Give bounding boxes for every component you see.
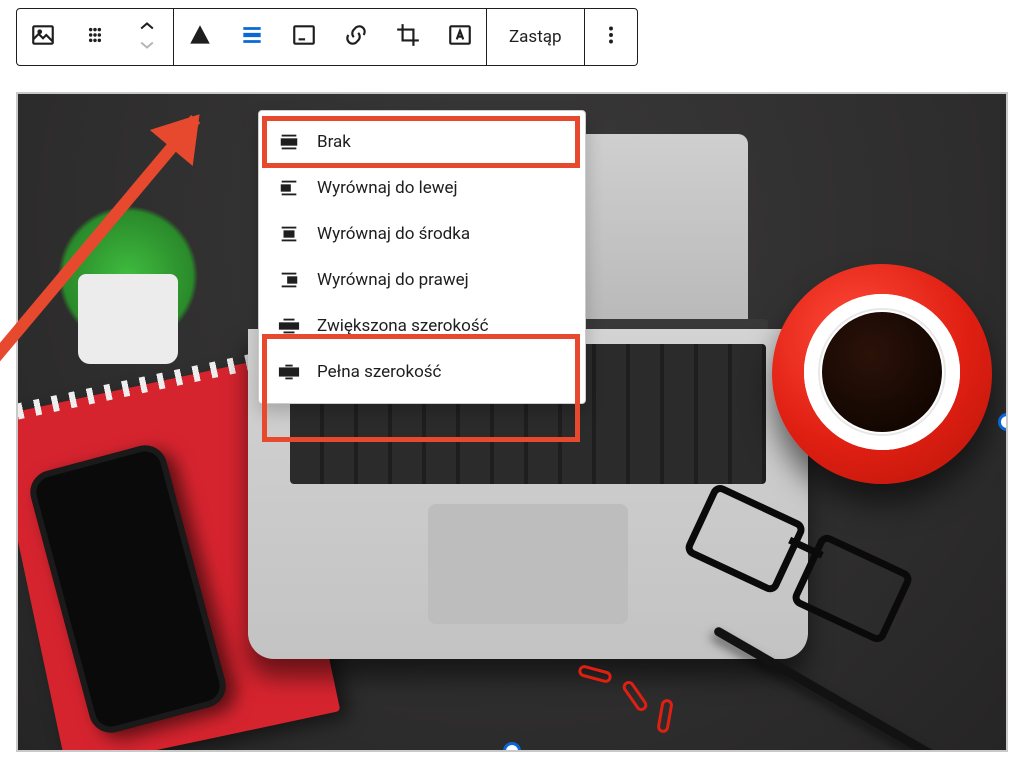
align-left-item[interactable]: Wyrównaj do lewej [259, 165, 585, 211]
menu-item-label: Brak [317, 132, 351, 152]
align-center-icon [277, 223, 301, 245]
toolbar-group-more [585, 9, 637, 65]
move-up-down-button[interactable] [121, 9, 173, 65]
align-right-icon [277, 269, 301, 291]
link-button[interactable] [330, 9, 382, 65]
toolbar-group-format [174, 9, 487, 65]
menu-item-label: Wyrównaj do środka [317, 224, 470, 244]
crop-button[interactable] [382, 9, 434, 65]
style-button[interactable] [174, 9, 226, 65]
align-right-item[interactable]: Wyrównaj do prawej [259, 257, 585, 303]
image-icon [30, 22, 56, 52]
toolbar-group-replace: Zastąp [487, 9, 585, 65]
text-overlay-icon [447, 22, 473, 52]
crop-icon [395, 22, 421, 52]
replace-label: Zastąp [509, 27, 562, 47]
menu-item-label: Pełna szerokość [317, 362, 441, 382]
drag-icon [82, 22, 108, 52]
align-none-icon [277, 131, 301, 153]
align-wide-item[interactable]: Zwiększona szerokość [259, 303, 585, 349]
align-button[interactable] [226, 9, 278, 65]
duotone-icon [187, 22, 213, 52]
link-icon [343, 22, 369, 52]
more-vertical-icon [598, 22, 624, 52]
menu-item-label: Wyrównaj do prawej [317, 270, 469, 290]
align-none-item[interactable]: Brak [259, 119, 585, 165]
text-overlay-button[interactable] [434, 9, 486, 65]
chevron-down-icon [137, 37, 157, 56]
caption-button[interactable] [278, 9, 330, 65]
align-left-icon [277, 177, 301, 199]
chevron-up-icon [137, 18, 157, 37]
drag-handle-button[interactable] [69, 9, 121, 65]
align-full-item[interactable]: Pełna szerokość [259, 349, 585, 395]
align-wide-icon [277, 315, 301, 337]
block-toolbar: Zastąp [16, 8, 638, 66]
caption-icon [291, 22, 317, 52]
menu-item-label: Wyrównaj do lewej [317, 178, 458, 198]
align-icon [239, 22, 265, 52]
more-options-button[interactable] [585, 9, 637, 65]
block-type-button[interactable] [17, 9, 69, 65]
toolbar-group-block [17, 9, 174, 65]
align-full-icon [277, 361, 301, 383]
menu-item-label: Zwiększona szerokość [317, 316, 489, 336]
replace-button[interactable]: Zastąp [487, 9, 584, 65]
align-center-item[interactable]: Wyrównaj do środka [259, 211, 585, 257]
alignment-dropdown: Brak Wyrównaj do lewej Wyrównaj do środk… [258, 110, 586, 404]
